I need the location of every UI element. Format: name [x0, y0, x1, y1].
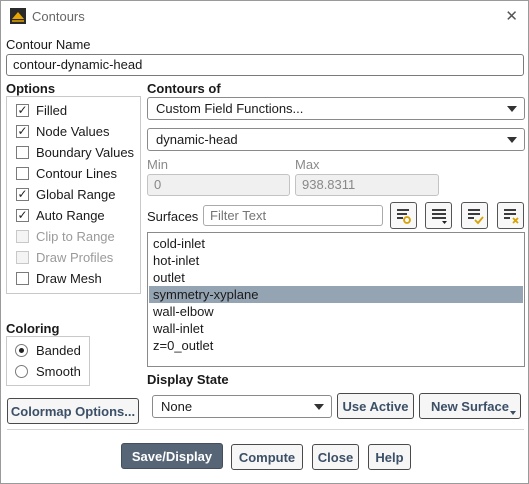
deselect-all-button[interactable] — [497, 202, 524, 229]
checkbox-label: Draw Mesh — [36, 270, 102, 286]
list-check-icon — [467, 208, 484, 224]
chevron-down-icon — [510, 411, 516, 415]
display-state-label: Display State — [147, 372, 229, 387]
contours-of-category-select[interactable]: Custom Field Functions... — [147, 97, 525, 120]
checkmark-icon: ✓ — [17, 187, 28, 201]
use-active-button[interactable]: Use Active — [337, 393, 414, 419]
select-all-button[interactable] — [461, 202, 488, 229]
checkbox-box: ✓ — [16, 124, 29, 138]
display-state-select[interactable]: None — [152, 395, 332, 418]
close-button[interactable]: Close — [312, 444, 359, 470]
contours-of-label: Contours of — [147, 81, 221, 96]
checkmark-icon: ✓ — [17, 124, 28, 138]
window-title: Contours — [32, 9, 85, 24]
display-state-value: None — [161, 399, 193, 414]
surface-list-item[interactable]: cold-inlet — [149, 235, 523, 252]
min-field: 0 — [147, 174, 290, 196]
compute-button[interactable]: Compute — [231, 444, 303, 470]
chevron-down-icon — [314, 404, 324, 410]
option-contour-lines-checkbox[interactable]: Contour Lines — [16, 163, 117, 183]
option-global-range-checkbox[interactable]: ✓ Global Range — [16, 184, 116, 204]
surface-list-item[interactable]: outlet — [149, 269, 523, 286]
option-auto-range-checkbox[interactable]: ✓ Auto Range — [16, 205, 105, 225]
chevron-down-icon — [507, 106, 517, 112]
option-draw-profiles-checkbox: Draw Profiles — [16, 247, 113, 267]
radio-label: Smooth — [36, 363, 81, 379]
contours-dialog: Contours ✕ Contour Name contour-dynamic-… — [0, 0, 529, 484]
colormap-options-button[interactable]: Colormap Options... — [7, 398, 139, 424]
category-value: Custom Field Functions... — [156, 101, 304, 116]
checkmark-icon: ✓ — [17, 103, 28, 117]
select-by-name-button[interactable] — [390, 202, 417, 229]
coloring-label: Coloring — [6, 321, 60, 336]
radio-label: Banded — [36, 342, 81, 358]
field-value: dynamic-head — [156, 132, 238, 147]
checkbox-label: Node Values — [36, 123, 110, 139]
option-draw-mesh-checkbox[interactable]: Draw Mesh — [16, 268, 102, 288]
list-dropdown-icon — [431, 208, 447, 224]
checkbox-label: Contour Lines — [36, 165, 117, 181]
option-filled-checkbox[interactable]: ✓ Filled — [16, 100, 67, 120]
checkbox-label: Clip to Range — [36, 228, 115, 244]
checkbox-label: Filled — [36, 102, 68, 118]
radio-circle — [15, 364, 28, 378]
fluent-app-icon — [10, 8, 26, 24]
chevron-down-icon — [507, 137, 517, 143]
checkbox-box — [16, 229, 29, 243]
contours-of-field-select[interactable]: dynamic-head — [147, 128, 525, 151]
footer-divider — [7, 429, 524, 430]
surface-list-item[interactable]: z=0_outlet — [149, 337, 523, 354]
coloring-group: Banded Smooth — [6, 336, 90, 386]
checkbox-box — [16, 250, 29, 264]
select-type-button[interactable] — [425, 202, 452, 229]
coloring-banded-radio[interactable]: Banded — [15, 340, 81, 360]
options-group: ✓ Filled ✓ Node Values Boundary Values Contou… — [6, 96, 141, 294]
surface-list-item[interactable]: wall-elbow — [149, 303, 523, 320]
save-display-button[interactable]: Save/Display — [121, 443, 223, 469]
option-boundary-values-checkbox[interactable]: Boundary Values — [16, 142, 134, 162]
contour-name-input[interactable]: contour-dynamic-head — [6, 54, 524, 76]
close-icon[interactable]: ✕ — [505, 7, 518, 25]
surfaces-label: Surfaces — [147, 209, 199, 224]
new-surface-label: New Surface — [430, 398, 510, 414]
option-node-values-checkbox[interactable]: ✓ Node Values — [16, 121, 109, 141]
checkbox-label: Boundary Values — [36, 144, 135, 160]
checkbox-box: ✓ — [16, 208, 29, 222]
checkbox-box — [16, 271, 29, 285]
checkbox-box — [16, 145, 29, 159]
options-label: Options — [6, 81, 56, 96]
contour-name-label: Contour Name — [6, 37, 91, 52]
surface-filter-input[interactable] — [203, 205, 383, 226]
surface-list-item[interactable]: wall-inlet — [149, 320, 523, 337]
option-clip-to-range-checkbox: Clip to Range — [16, 226, 115, 246]
checkmark-icon: ✓ — [17, 208, 28, 222]
coloring-smooth-radio[interactable]: Smooth — [15, 361, 81, 381]
max-field: 938.8311 — [295, 174, 439, 196]
help-button[interactable]: Help — [368, 444, 411, 470]
checkbox-box — [16, 166, 29, 180]
list-filter-icon — [396, 208, 411, 224]
list-clear-icon — [503, 208, 519, 224]
radio-dot-icon — [19, 347, 24, 353]
max-label: Max — [295, 157, 320, 172]
min-label: Min — [147, 157, 168, 172]
title-bar: Contours ✕ — [1, 1, 528, 31]
checkbox-box: ✓ — [16, 103, 29, 117]
surface-list-item[interactable]: symmetry-xyplane — [149, 286, 523, 303]
checkbox-label: Draw Profiles — [36, 249, 114, 265]
radio-circle — [15, 343, 28, 357]
checkbox-box: ✓ — [16, 187, 29, 201]
surface-list-item[interactable]: hot-inlet — [149, 252, 523, 269]
new-surface-button[interactable]: New Surface — [419, 393, 521, 419]
checkbox-label: Global Range — [36, 186, 116, 202]
checkbox-label: Auto Range — [36, 207, 105, 223]
surfaces-list[interactable]: cold-inlet hot-inlet outlet symmetry-xyplan… — [147, 232, 525, 367]
